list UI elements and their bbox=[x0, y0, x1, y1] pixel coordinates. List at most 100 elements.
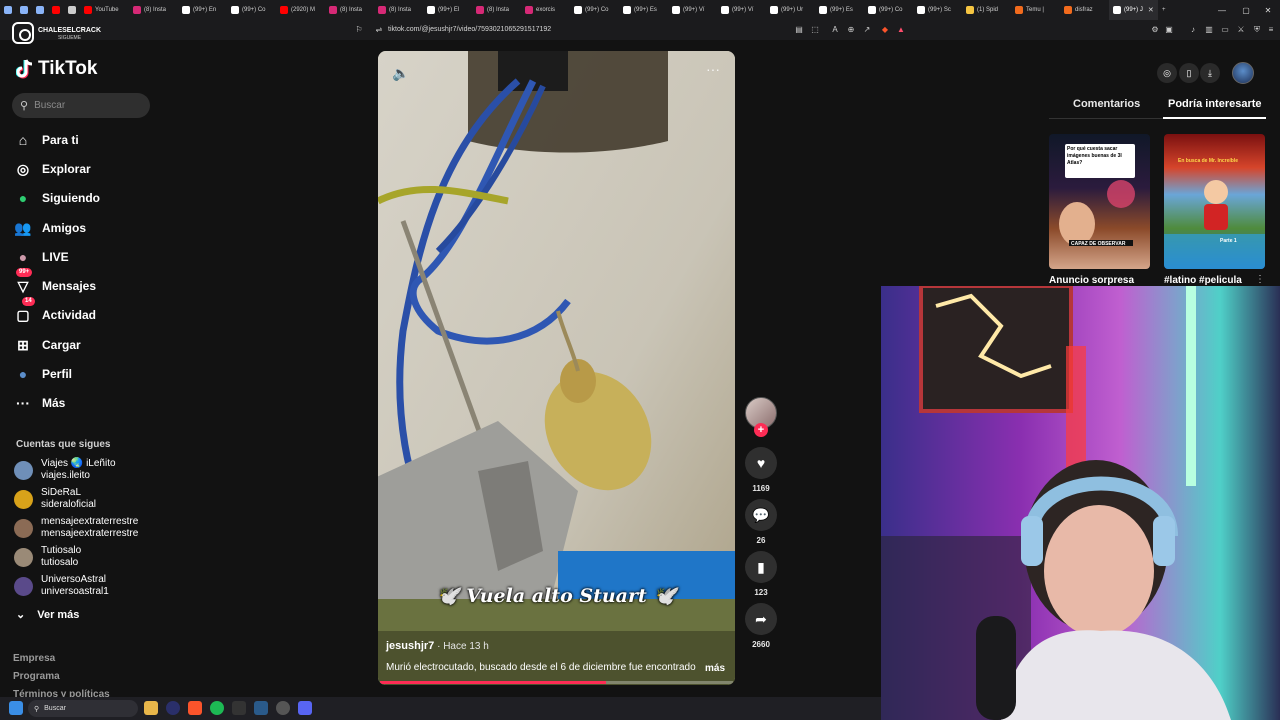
sidebar-toggle-icon[interactable]: ▣ bbox=[1164, 25, 1174, 35]
translate-icon[interactable]: A bbox=[830, 25, 840, 35]
site-info-icon[interactable]: ⇌ bbox=[374, 25, 384, 35]
followed-account[interactable]: Viajes 🌏 iLeñito viajes.ileito bbox=[14, 458, 116, 482]
discord-icon[interactable] bbox=[298, 701, 312, 715]
save-action[interactable]: ▮ 123 bbox=[745, 551, 777, 597]
video-author[interactable]: jesushjr7 · Hace 13 h bbox=[386, 640, 489, 652]
nav-item-explorar[interactable]: ◎ Explorar bbox=[14, 157, 154, 181]
like-action[interactable]: ♥ 1169 bbox=[745, 447, 777, 493]
followed-account[interactable]: UniversoAstral universoastral1 bbox=[14, 574, 109, 598]
nav-item-perfil[interactable]: ● Perfil bbox=[14, 362, 154, 386]
download-icon[interactable]: ⤓ bbox=[1200, 63, 1220, 83]
more-description-button[interactable]: más bbox=[705, 663, 725, 674]
extension-icon[interactable]: ⚙ bbox=[1150, 25, 1160, 35]
spotify-icon[interactable] bbox=[210, 701, 224, 715]
browser-tab[interactable]: (99+) En bbox=[178, 0, 227, 20]
nav-item-cargar[interactable]: ⊞ Cargar bbox=[14, 333, 154, 357]
browser-tab[interactable]: YouTube bbox=[80, 0, 129, 20]
maximize-button[interactable]: ▢ bbox=[1234, 0, 1258, 20]
author-handle[interactable]: jesushjr7 bbox=[386, 640, 434, 652]
more-options-icon[interactable]: ⋮ bbox=[1255, 274, 1265, 285]
windows-start-icon[interactable] bbox=[9, 701, 23, 715]
media-icon[interactable]: ♪ bbox=[1188, 25, 1198, 35]
browser-tab[interactable] bbox=[32, 0, 48, 20]
nav-item-actividad[interactable]: ▢ 14 Actividad bbox=[14, 297, 154, 327]
browser-tab[interactable] bbox=[16, 0, 32, 20]
browser-tab[interactable]: (8) Insta bbox=[325, 0, 374, 20]
followed-account[interactable]: Tutiosalo tutiosalo bbox=[14, 545, 81, 569]
followed-account[interactable]: mensajeextraterrestre mensajeextraterrest… bbox=[14, 516, 138, 540]
browser-tab[interactable]: (2920) M bbox=[276, 0, 325, 20]
mute-icon[interactable]: 🔈 bbox=[392, 65, 409, 82]
nav-item-mensajes[interactable]: ▽ 99+ Mensajes bbox=[14, 268, 154, 298]
browser-tab[interactable]: (1) Spid bbox=[962, 0, 1011, 20]
browser-tab[interactable]: (99+) Co bbox=[570, 0, 619, 20]
close-window-button[interactable]: ✕ bbox=[1256, 0, 1280, 20]
recommended-caption-1[interactable]: Anuncio sorpresa bbox=[1049, 275, 1134, 286]
follow-plus-button[interactable]: + bbox=[754, 423, 768, 437]
brave-shield-icon[interactable]: ⛨ bbox=[1252, 25, 1262, 35]
bookmark-icon[interactable]: ▮ bbox=[745, 551, 777, 583]
browser-tab[interactable]: (99+) Sc bbox=[913, 0, 962, 20]
tiktok-logo[interactable]: TikTok bbox=[16, 58, 97, 80]
more-options-icon[interactable]: ··· bbox=[706, 61, 720, 77]
recommended-caption-2[interactable]: #latino #pelicula bbox=[1164, 275, 1242, 286]
comment-action[interactable]: 💬 26 bbox=[745, 499, 777, 545]
panel-icon[interactable]: ▥ bbox=[1204, 25, 1214, 35]
browser-tab[interactable]: (8) Insta bbox=[374, 0, 423, 20]
phone-icon[interactable]: ▯ bbox=[1179, 63, 1199, 83]
network-app-icon[interactable] bbox=[254, 701, 268, 715]
share-action[interactable]: ➦ 2660 bbox=[745, 603, 777, 649]
search-input[interactable]: ⚲ Buscar bbox=[12, 93, 150, 118]
minimize-button[interactable]: — bbox=[1210, 0, 1234, 20]
heart-icon[interactable]: ♥ bbox=[745, 447, 777, 479]
browser-tab[interactable]: (99+) Es bbox=[619, 0, 668, 20]
browser-tab[interactable]: (99+) Es bbox=[815, 0, 864, 20]
browser-tab[interactable]: exorcis bbox=[521, 0, 570, 20]
followed-account[interactable]: SiDeRaL sideraloficial bbox=[14, 487, 96, 511]
comment-icon[interactable]: 💬 bbox=[745, 499, 777, 531]
browser-tab[interactable]: (99+) Ur bbox=[766, 0, 815, 20]
browser-tab[interactable]: Temu | bbox=[1011, 0, 1060, 20]
browser-tab[interactable]: disfraz bbox=[1060, 0, 1109, 20]
app-icon[interactable] bbox=[232, 701, 246, 715]
recommended-video-2[interactable]: En busca de Mr. Increíble Parte 1 bbox=[1164, 134, 1265, 269]
see-more-button[interactable]: ⌄ Ver más bbox=[16, 608, 79, 622]
tab-recommended[interactable]: Podría interesarte bbox=[1168, 98, 1262, 110]
file-explorer-icon[interactable] bbox=[144, 701, 158, 715]
nav-item-siguiendo[interactable]: ● Siguiendo bbox=[14, 186, 154, 210]
browser-tab[interactable]: (99+) Ví bbox=[717, 0, 766, 20]
screenshot-icon[interactable]: ⬚ bbox=[810, 25, 820, 35]
obs-icon[interactable] bbox=[276, 701, 290, 715]
nav-item-más[interactable]: ··· Más bbox=[14, 391, 154, 415]
wallet-icon[interactable]: ▭ bbox=[1220, 25, 1230, 35]
browser-tab[interactable] bbox=[48, 0, 64, 20]
nav-item-amigos[interactable]: 👥 Amigos bbox=[14, 216, 154, 240]
bookmark-icon[interactable]: ⚐ bbox=[354, 25, 364, 35]
vpn-icon[interactable]: ⚔ bbox=[1236, 25, 1246, 35]
share-arrow-icon[interactable]: ➦ bbox=[745, 603, 777, 635]
url-field[interactable]: tiktok.com/@jesushjr7/video/759302106529… bbox=[388, 26, 551, 33]
share-icon[interactable]: ↗ bbox=[862, 25, 872, 35]
browser-tab[interactable]: (99+) J ✕ bbox=[1109, 0, 1158, 20]
footer-link-business[interactable]: Empresa bbox=[13, 653, 55, 664]
compass-icon[interactable]: ◎ bbox=[1157, 63, 1177, 83]
zoom-icon[interactable]: ⊕ bbox=[846, 25, 856, 35]
video-progress-bar[interactable] bbox=[380, 681, 733, 684]
brave-browser-icon[interactable] bbox=[188, 701, 202, 715]
browser-tab[interactable]: (99+) Co bbox=[864, 0, 913, 20]
browser-tab[interactable]: (99+) El bbox=[423, 0, 472, 20]
footer-link-program[interactable]: Programa bbox=[13, 671, 60, 682]
menu-icon[interactable]: ≡ bbox=[1266, 25, 1276, 35]
settings-icon[interactable] bbox=[166, 701, 180, 715]
nav-item-para-ti[interactable]: ⌂ Para ti bbox=[14, 128, 154, 152]
close-tab-icon[interactable]: ✕ bbox=[1148, 6, 1154, 14]
user-avatar[interactable] bbox=[1232, 62, 1254, 84]
tab-comments[interactable]: Comentarios bbox=[1073, 98, 1140, 110]
browser-tab[interactable] bbox=[64, 0, 80, 20]
rewards-icon[interactable]: ▲ bbox=[896, 25, 906, 35]
browser-tab[interactable]: (99+) Ví bbox=[668, 0, 717, 20]
browser-tab[interactable]: (8) Insta bbox=[129, 0, 178, 20]
browser-tab[interactable]: (8) Insta bbox=[472, 0, 521, 20]
browser-tab[interactable]: (99+) Co bbox=[227, 0, 276, 20]
shield-icon[interactable]: ◆ bbox=[880, 25, 890, 35]
